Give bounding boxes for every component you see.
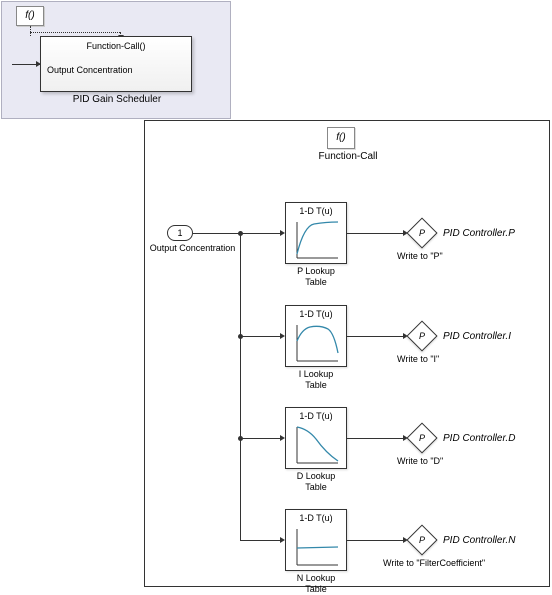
- inport-block[interactable]: 1: [167, 225, 193, 241]
- signal-line: [193, 233, 241, 234]
- dsw-caption: Write to "I": [397, 354, 439, 364]
- p-lookup-table-block[interactable]: 1-D T(u): [285, 202, 347, 264]
- subsystem-fcall-label: Function-Call(): [41, 41, 191, 51]
- lut-title: 1-D T(u): [286, 206, 346, 216]
- pid-gain-scheduler-block[interactable]: Function-Call() Output Concentration: [40, 36, 192, 92]
- signal-line: [30, 26, 31, 36]
- signal-arrow: [12, 64, 40, 65]
- dsw-port-label: P: [419, 228, 425, 238]
- lut-caption: D Lookup Table: [285, 471, 347, 493]
- lut-curve-icon: [294, 220, 340, 260]
- fcall-port-icon: f(): [16, 6, 44, 26]
- dsw-target: PID Controller.I: [443, 331, 511, 342]
- signal-line: [30, 32, 120, 33]
- signal-line: [240, 233, 241, 541]
- dsw-port-label: P: [419, 331, 425, 341]
- dsw-caption: Write to "D": [397, 456, 443, 466]
- signal-line: [240, 336, 280, 337]
- data-store-write-p[interactable]: P: [406, 217, 437, 248]
- signal-line: [347, 438, 403, 439]
- lut-caption: P Lookup Table: [285, 266, 347, 288]
- subsystem-contents: f() Function-Call 1 Output Concentration…: [144, 120, 550, 587]
- d-lookup-table-block[interactable]: 1-D T(u): [285, 407, 347, 469]
- lut-title: 1-D T(u): [286, 513, 346, 523]
- lut-title: 1-D T(u): [286, 411, 346, 421]
- lut-curve-icon: [294, 425, 340, 465]
- lut-caption: N Lookup Table: [285, 573, 347, 595]
- lut-curve-icon: [294, 527, 340, 567]
- dsw-target: PID Controller.N: [443, 535, 515, 546]
- gain-scheduler-overview: f() Function-Call() Output Concentration…: [1, 1, 231, 119]
- n-lookup-table-block[interactable]: 1-D T(u): [285, 509, 347, 571]
- signal-line: [240, 438, 280, 439]
- dsw-caption: Write to "FilterCoefficient": [383, 558, 485, 568]
- inport-label: Output Concentration: [145, 243, 240, 253]
- dsw-target: PID Controller.D: [443, 433, 515, 444]
- signal-line: [240, 540, 280, 541]
- data-store-write-i[interactable]: P: [406, 320, 437, 351]
- subsystem-caption: PID Gain Scheduler: [2, 94, 232, 105]
- signal-line: [240, 233, 280, 234]
- signal-line: [347, 540, 403, 541]
- lut-caption: I Lookup Table: [285, 369, 347, 391]
- lut-curve-icon: [294, 323, 340, 363]
- signal-line: [347, 233, 403, 234]
- dsw-caption: Write to "P": [397, 251, 443, 261]
- fcall-trigger-label: Function-Call: [145, 151, 551, 162]
- signal-line: [347, 336, 403, 337]
- fcall-trigger-block[interactable]: f(): [327, 127, 355, 149]
- data-store-write-n[interactable]: P: [406, 524, 437, 555]
- data-store-write-d[interactable]: P: [406, 422, 437, 453]
- lut-title: 1-D T(u): [286, 309, 346, 319]
- dsw-port-label: P: [419, 433, 425, 443]
- dsw-port-label: P: [419, 535, 425, 545]
- i-lookup-table-block[interactable]: 1-D T(u): [285, 305, 347, 367]
- dsw-target: PID Controller.P: [443, 228, 515, 239]
- subsystem-port-label: Output Concentration: [47, 65, 133, 75]
